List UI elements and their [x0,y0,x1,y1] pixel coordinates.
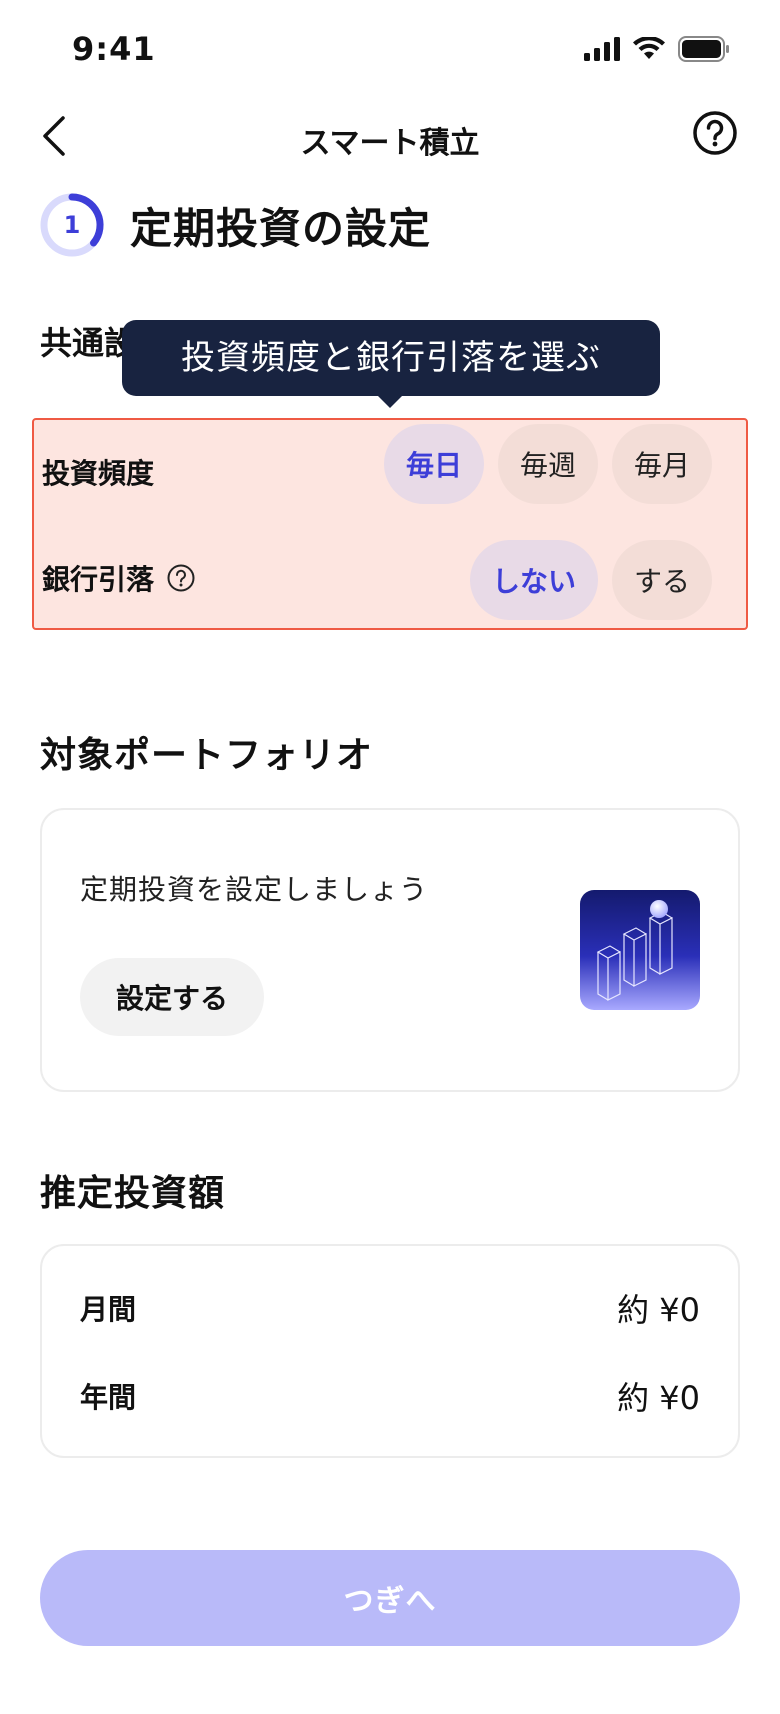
status-bar: 9:41 [0,0,780,100]
step-number: 1 [63,211,81,239]
bar-chart-3d-icon [580,890,700,1010]
info-question-icon[interactable] [166,563,196,593]
section-title-estimate: 推定投資額 [40,1173,226,1214]
portfolio-prompt: 定期投資を設定しましょう [80,873,429,906]
settings-panel: 投資頻度 毎日 毎週 毎月 銀行引落 しない する [32,418,748,630]
frequency-option-daily[interactable]: 毎日 [384,424,484,504]
help-circle-icon [693,111,737,155]
cellular-signal-icon [584,37,620,61]
bank-debit-label: 銀行引落 [42,558,196,598]
bank-debit-option-yes[interactable]: する [612,540,712,620]
bank-debit-option-no[interactable]: しない [470,540,598,620]
status-icons [584,36,730,62]
frequency-option-monthly[interactable]: 毎月 [612,424,712,504]
estimate-value: 約 ¥0 [617,1379,700,1417]
estimate-label: 月間 [80,1293,137,1326]
estimate-row-yearly: 年間 約 ¥0 [80,1376,700,1417]
step-title: 定期投資の設定 [130,203,432,253]
step-progress-ring: 1 [38,191,106,259]
battery-icon [678,36,729,62]
estimate-label: 年間 [80,1381,137,1414]
frequency-option-weekly[interactable]: 毎週 [498,424,598,504]
frequency-label: 投資頻度 [42,452,154,492]
portfolio-illustration [580,890,700,1010]
page-title: スマート積立 [300,126,480,161]
portfolio-card: 定期投資を設定しましょう 設定する [40,808,740,1092]
tooltip: 投資頻度と銀行引落を選ぶ [122,320,660,396]
bank-debit-label-text: 銀行引落 [42,563,155,596]
step-header: 1 定期投資の設定 [38,190,431,260]
frequency-label-text: 投資頻度 [42,457,155,490]
help-button[interactable] [692,110,738,156]
status-time: 9:41 [72,30,156,68]
next-button[interactable]: つぎへ [40,1550,740,1646]
estimate-row-monthly: 月間 約 ¥0 [80,1288,700,1329]
estimate-value: 約 ¥0 [617,1291,700,1329]
estimate-card: 月間 約 ¥0 年間 約 ¥0 [40,1244,740,1458]
tooltip-arrow [376,394,404,408]
navigation-bar: スマート積立 [0,100,780,180]
section-title-portfolio: 対象ポートフォリオ [40,735,374,776]
wifi-icon [633,37,665,59]
set-portfolio-button[interactable]: 設定する [80,958,264,1036]
